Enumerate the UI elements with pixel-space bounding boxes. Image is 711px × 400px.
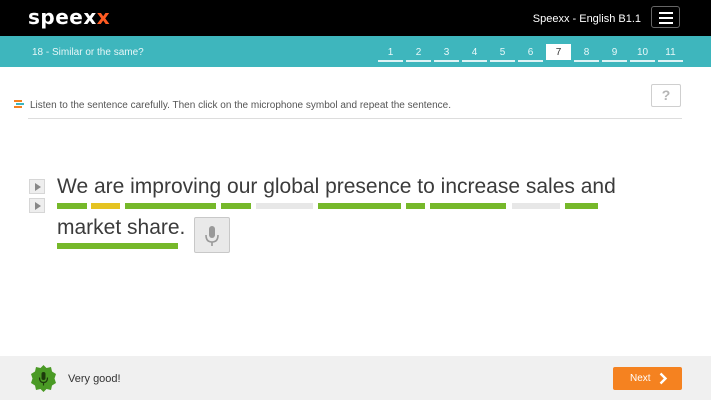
feedback-text: Very good! <box>68 373 121 385</box>
divider <box>28 118 682 119</box>
page-tab-4[interactable]: 4 <box>462 44 487 62</box>
lesson-title: 18 - Similar or the same? <box>32 47 144 58</box>
next-button-label: Next <box>630 373 651 384</box>
rating-bar-we <box>57 203 87 209</box>
page-navigation: 1 2 3 4 5 6 7 8 9 10 11 <box>378 44 686 62</box>
rating-bar-presence <box>318 203 401 209</box>
play-original-button[interactable] <box>29 179 45 194</box>
record-button[interactable] <box>194 217 230 253</box>
page-tab-7-active[interactable]: 7 <box>546 44 571 62</box>
play-recording-button[interactable] <box>29 198 45 213</box>
sentence-line-2: market share. <box>57 216 186 239</box>
microphone-badge-icon <box>31 365 56 392</box>
hamburger-icon-line <box>659 12 673 14</box>
rating-bar-are <box>91 203 120 209</box>
page-tab-6[interactable]: 6 <box>518 44 543 62</box>
microphone-icon <box>205 226 219 246</box>
chevron-right-icon <box>659 372 668 385</box>
page-tab-2[interactable]: 2 <box>406 44 431 62</box>
page-tab-3[interactable]: 3 <box>434 44 459 62</box>
rating-bar-and <box>565 203 598 209</box>
rating-bar-to <box>406 203 425 209</box>
page-tab-5[interactable]: 5 <box>490 44 515 62</box>
menu-button[interactable] <box>651 6 680 28</box>
exercise-type-icon <box>14 100 24 108</box>
page-tab-10[interactable]: 10 <box>630 44 655 62</box>
page-tab-8[interactable]: 8 <box>574 44 599 62</box>
help-button[interactable]: ? <box>651 84 681 107</box>
rating-bar-market-share <box>57 243 178 249</box>
rating-bar-improving <box>125 203 216 209</box>
hamburger-icon-line <box>659 22 673 24</box>
sentence-line-1: We are improving our global presence to … <box>57 175 616 198</box>
rating-bar-global <box>256 203 313 209</box>
rating-bar-sales <box>512 203 560 209</box>
instruction-text: Listen to the sentence carefully. Then c… <box>30 100 451 111</box>
hamburger-icon-line <box>659 17 673 19</box>
page-tab-9[interactable]: 9 <box>602 44 627 62</box>
page-tab-1[interactable]: 1 <box>378 44 403 62</box>
next-button[interactable]: Next <box>613 367 682 390</box>
rating-bar-our <box>221 203 251 209</box>
rating-bar-increase <box>430 203 506 209</box>
top-bar: speexx Speexx - English B1.1 <box>0 0 711 36</box>
speexx-logo[interactable]: speexx <box>28 5 110 29</box>
page-tab-11[interactable]: 11 <box>658 44 683 62</box>
course-title: Speexx - English B1.1 <box>532 13 641 25</box>
